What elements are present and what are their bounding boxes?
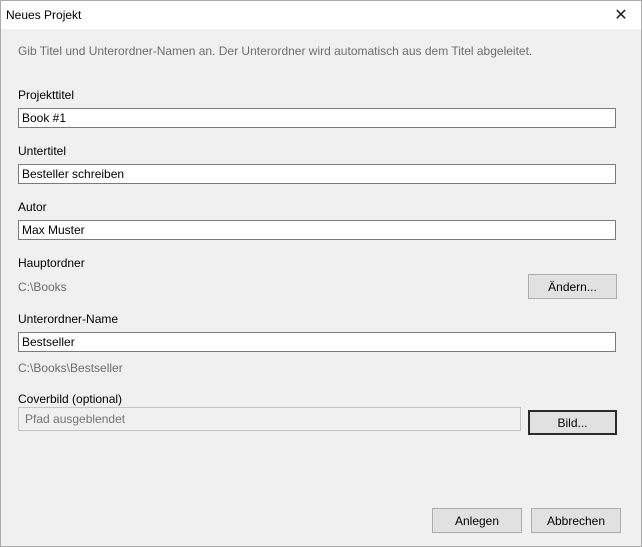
dialog-title: Neues Projekt xyxy=(6,8,82,22)
subtitle-label: Untertitel xyxy=(18,144,67,158)
subtitle-input[interactable] xyxy=(18,164,616,184)
author-input[interactable] xyxy=(18,220,616,240)
cover-label: Coverbild (optional) xyxy=(18,392,123,406)
close-icon: ✕ xyxy=(614,7,628,24)
new-project-dialog: Neues Projekt ✕ Gib Titel und Unterordne… xyxy=(0,0,642,547)
title-bar[interactable]: Neues Projekt ✕ xyxy=(1,1,641,29)
change-folder-button[interactable]: Ändern... xyxy=(528,274,617,299)
subfolder-label: Unterordner-Name xyxy=(18,312,119,326)
intro-text: Gib Titel und Unterordner-Namen an. Der … xyxy=(18,44,533,58)
title-label: Projekttitel xyxy=(18,88,75,102)
main-folder-path: C:\Books xyxy=(18,280,67,294)
main-folder-label: Hauptordner xyxy=(18,256,85,270)
close-button[interactable]: ✕ xyxy=(601,1,641,29)
choose-cover-button[interactable]: Bild... xyxy=(528,410,617,435)
cover-path-input xyxy=(18,407,521,431)
create-button[interactable]: Anlegen xyxy=(432,508,522,533)
title-input[interactable] xyxy=(18,108,616,128)
cancel-button[interactable]: Abbrechen xyxy=(531,508,621,533)
subfolder-input[interactable] xyxy=(18,332,616,352)
author-label: Autor xyxy=(18,200,47,214)
subfolder-path: C:\Books\Bestseller xyxy=(18,361,123,375)
